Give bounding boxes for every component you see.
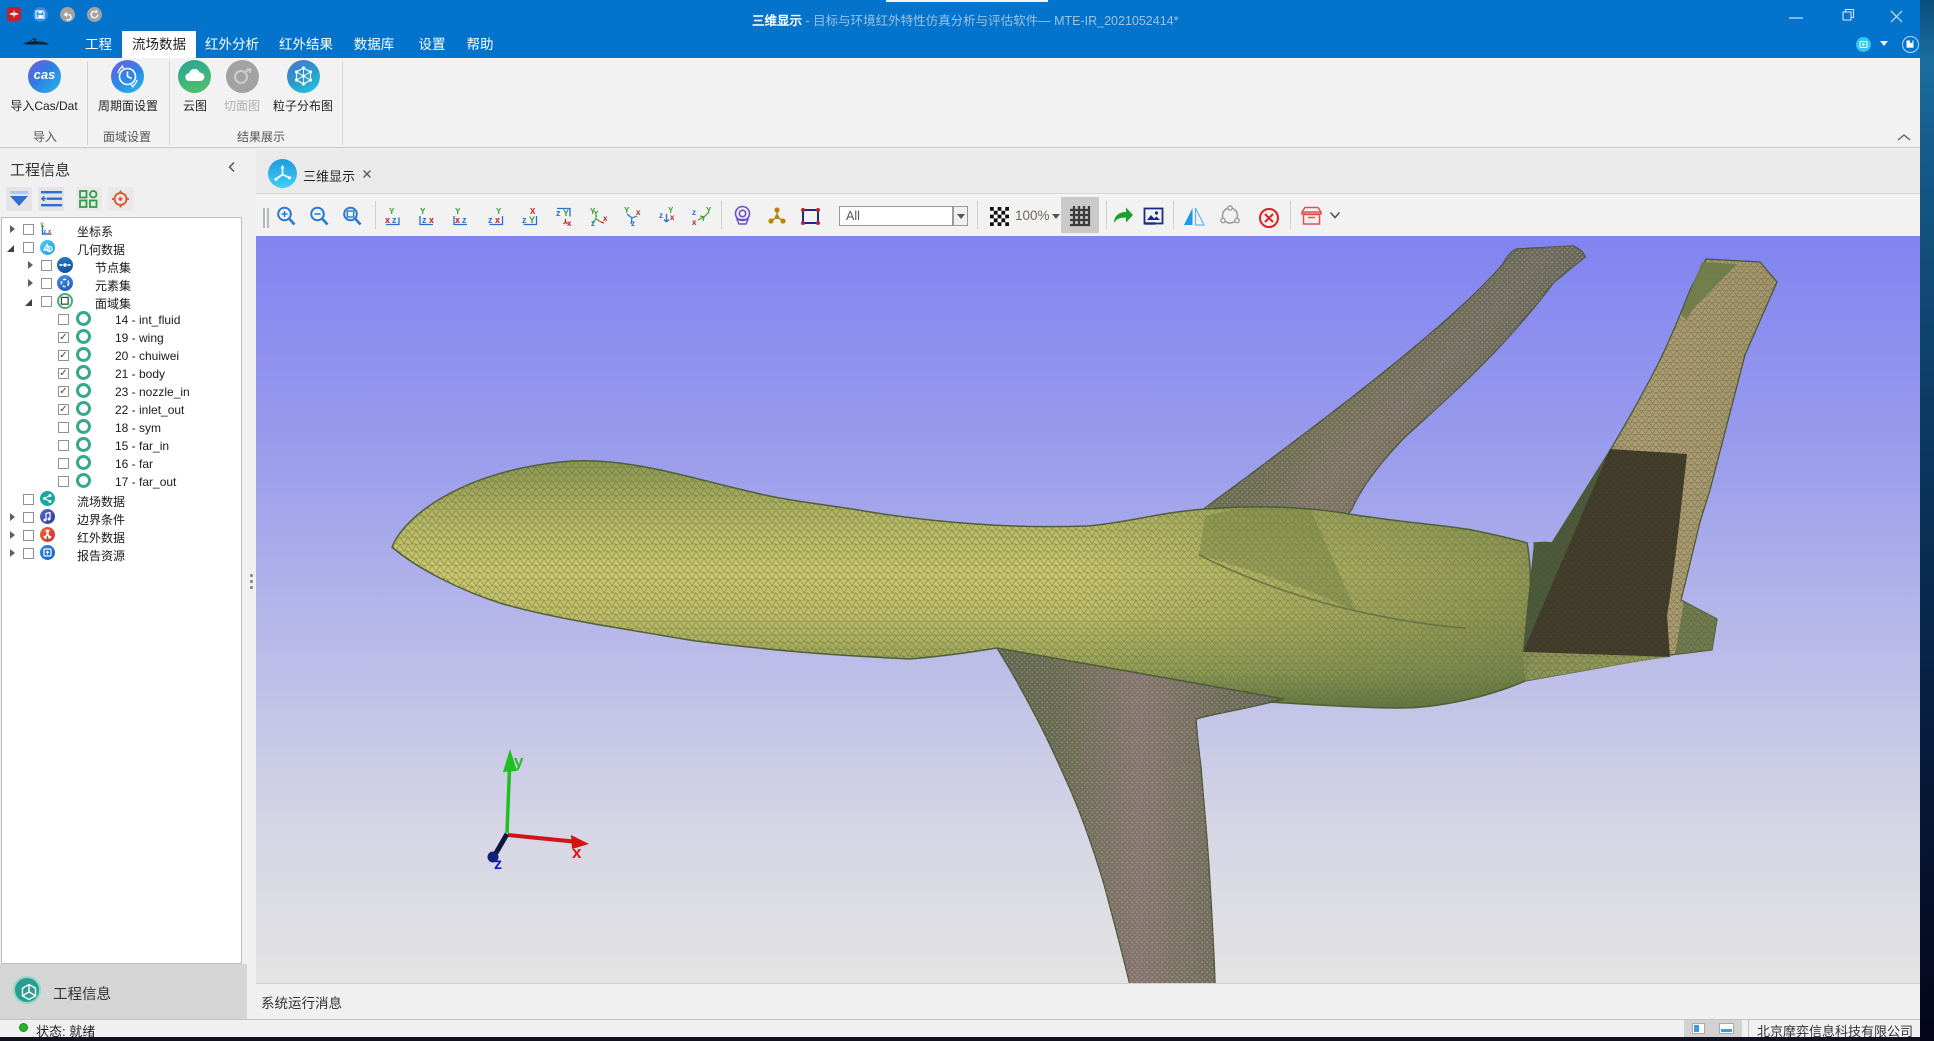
svg-text:Y: Y	[420, 207, 426, 216]
svg-text:x: x	[670, 213, 675, 222]
svg-text:z: z	[422, 215, 427, 225]
svg-text:z: z	[462, 215, 467, 225]
svg-text:X: X	[530, 207, 536, 216]
svg-text:Y: Y	[389, 207, 395, 216]
svg-text:x: x	[636, 208, 641, 217]
svg-text:z: z	[659, 211, 663, 220]
svg-text:Y: Y	[40, 223, 44, 229]
svg-text:x: x	[692, 218, 697, 227]
svg-text:z: z	[494, 856, 502, 873]
svg-text:z: z	[692, 208, 696, 217]
svg-text:Y: Y	[706, 206, 711, 215]
svg-text:z: z	[488, 215, 493, 225]
svg-text:z: z	[392, 215, 397, 225]
svg-text:Y: Y	[455, 207, 461, 216]
svg-text:Y: Y	[624, 206, 630, 215]
svg-text:x: x	[572, 843, 582, 862]
svg-text:z: z	[631, 219, 635, 227]
svg-text:y: y	[514, 752, 524, 771]
svg-text:Y: Y	[529, 215, 535, 225]
svg-text:x: x	[385, 215, 390, 225]
svg-text:x: x	[495, 215, 500, 225]
svg-text:z: z	[591, 219, 595, 227]
svg-text:x: x	[567, 219, 572, 227]
svg-text:x: x	[429, 215, 434, 225]
svg-text:z: z	[556, 208, 561, 218]
svg-text:z: z	[44, 229, 47, 235]
svg-text:x: x	[603, 214, 608, 223]
svg-text:Y: Y	[590, 207, 596, 216]
svg-text:Y: Y	[496, 207, 502, 216]
svg-text:x: x	[455, 215, 460, 225]
svg-text:z: z	[522, 215, 527, 225]
svg-text:Y: Y	[563, 208, 569, 218]
